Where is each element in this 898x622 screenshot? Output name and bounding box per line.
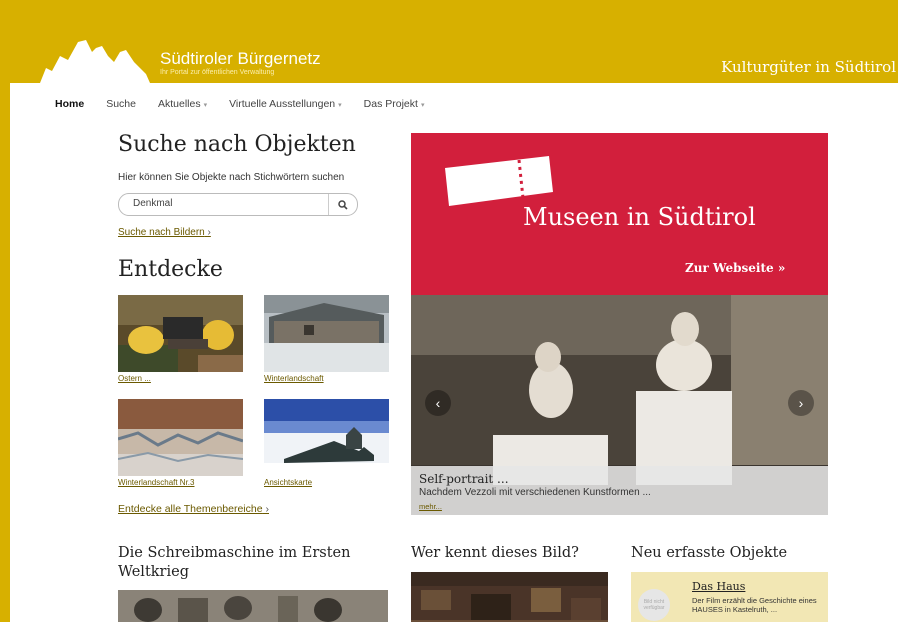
nav-virtuelle-ausstellungen[interactable]: Virtuelle Ausstellungen ▾ [229, 98, 342, 110]
nav-aktuelles[interactable]: Aktuelles ▾ [158, 98, 207, 110]
discover-thumb-winterlandschaft[interactable] [264, 295, 389, 372]
new-object-text: Der Film erzählt die Geschichte eines HA… [692, 596, 817, 614]
ticket-icon [445, 156, 553, 206]
carousel-caption: Self-portrait ... Nachdem Vezzoli mit ve… [411, 466, 828, 515]
discover-all-link-label: Entdecke alle Themenbereiche [118, 503, 263, 515]
discover-thumb-ostern[interactable] [118, 295, 243, 372]
search-input[interactable] [119, 194, 323, 213]
main-nav: Home Suche Aktuelles ▾ Virtuelle Ausstell… [55, 98, 446, 110]
nav-home-label: Home [55, 98, 85, 110]
image-placeholder-icon: Bild nicht verfügbar [638, 589, 670, 621]
nav-suche[interactable]: Suche [106, 98, 136, 110]
chevron-down-icon: ▾ [420, 102, 425, 109]
search-icon [338, 199, 348, 210]
new-objects-heading: Neu erfasste Objekte [631, 545, 788, 561]
winterlandschaft-nr3-image [118, 399, 243, 476]
new-object-card[interactable]: Bild nicht verfügbar Das Haus Der Film e… [631, 572, 828, 622]
new-object-title[interactable]: Das Haus [692, 580, 745, 593]
nav-aktuelles-label: Aktuelles [157, 98, 201, 110]
promo-title: Museen in Südtirol [523, 203, 756, 231]
typewriter-heading-line2: Weltkrieg [118, 564, 189, 580]
nav-das-projekt-label: Das Projekt [363, 98, 418, 110]
page-frame: Südtiroler Bürgernetz Ihr Portal zur öff… [10, 10, 898, 622]
search-description: Hier können Sie Objekte nach Stichwörter… [118, 172, 345, 183]
nav-suche-label: Suche [106, 98, 136, 110]
chevron-right-icon: › [207, 227, 211, 238]
discover-thumb-winterlandschaft-nr3[interactable] [118, 399, 243, 476]
promo-website-link[interactable]: Zur Webseite » [685, 261, 785, 275]
who-knows-photo[interactable] [411, 572, 608, 622]
search-button[interactable] [328, 194, 357, 215]
brand-subtitle: Ihr Portal zur öffentlichen Verwaltung [160, 69, 275, 76]
featured-carousel: ‹ › Self-portrait ... Nachdem Vezzoli mi… [411, 295, 828, 515]
image-search-link-label: Suche nach Bildern [118, 227, 205, 238]
brand-title: Südtiroler Bürgernetz [160, 49, 321, 68]
mountain-logo-icon [40, 40, 150, 83]
discover-all-link[interactable]: Entdecke alle Themenbereiche › [118, 503, 269, 515]
chevron-right-icon: › [265, 503, 270, 515]
site-title: Kulturgüter in Südtirol [721, 58, 896, 76]
site-header: Südtiroler Bürgernetz Ihr Portal zur öff… [10, 10, 898, 83]
nav-home[interactable]: Home [55, 98, 84, 110]
nav-virtuelle-ausstellungen-label: Virtuelle Ausstellungen [229, 98, 336, 110]
discover-label-ostern[interactable]: Ostern ... [118, 374, 151, 383]
discover-heading: Entdecke [118, 257, 223, 282]
ostern-image [118, 295, 243, 372]
placeholder-text-line2: verfügbar [643, 605, 665, 611]
chevron-down-icon: ▾ [338, 102, 342, 109]
discover-label-winterlandschaft-nr3[interactable]: Winterlandschaft Nr.3 [118, 478, 194, 487]
carousel-next-button[interactable]: › [788, 390, 814, 416]
caption-more-link[interactable]: mehr... [419, 502, 442, 511]
who-knows-heading[interactable]: Wer kennt dieses Bild? [411, 544, 579, 563]
chevron-down-icon: ▾ [203, 102, 208, 109]
search-box [118, 193, 358, 216]
caption-text: Nachdem Vezzoli mit verschiedenen Kunstf… [419, 487, 651, 498]
winterlandschaft-image [264, 295, 389, 372]
chevron-left-icon: ‹ [435, 395, 441, 411]
typewriter-heading-line1: Die Schreibmaschine im Ersten [118, 545, 351, 561]
chevron-right-icon: › [798, 395, 804, 411]
typewriter-photo[interactable] [118, 590, 388, 622]
search-heading: Suche nach Objekten [118, 132, 356, 157]
nav-das-projekt[interactable]: Das Projekt ▾ [364, 98, 425, 110]
ansichtskarte-image [264, 399, 389, 476]
discover-label-winterlandschaft[interactable]: Winterlandschaft [264, 374, 324, 383]
discover-label-ansichtskarte[interactable]: Ansichtskarte [264, 478, 312, 487]
museum-promo-banner[interactable]: Museen in Südtirol Zur Webseite » [411, 133, 828, 295]
caption-title: Self-portrait ... [419, 472, 509, 486]
discover-thumb-ansichtskarte[interactable] [264, 399, 389, 476]
brand[interactable]: Südtiroler Bürgernetz Ihr Portal zur öff… [160, 49, 321, 77]
typewriter-heading[interactable]: Die Schreibmaschine im Ersten Weltkrieg [118, 544, 350, 582]
image-search-link[interactable]: Suche nach Bildern › [118, 227, 211, 238]
carousel-prev-button[interactable]: ‹ [425, 390, 451, 416]
who-knows-image [411, 572, 608, 622]
typewriter-image [118, 590, 388, 622]
